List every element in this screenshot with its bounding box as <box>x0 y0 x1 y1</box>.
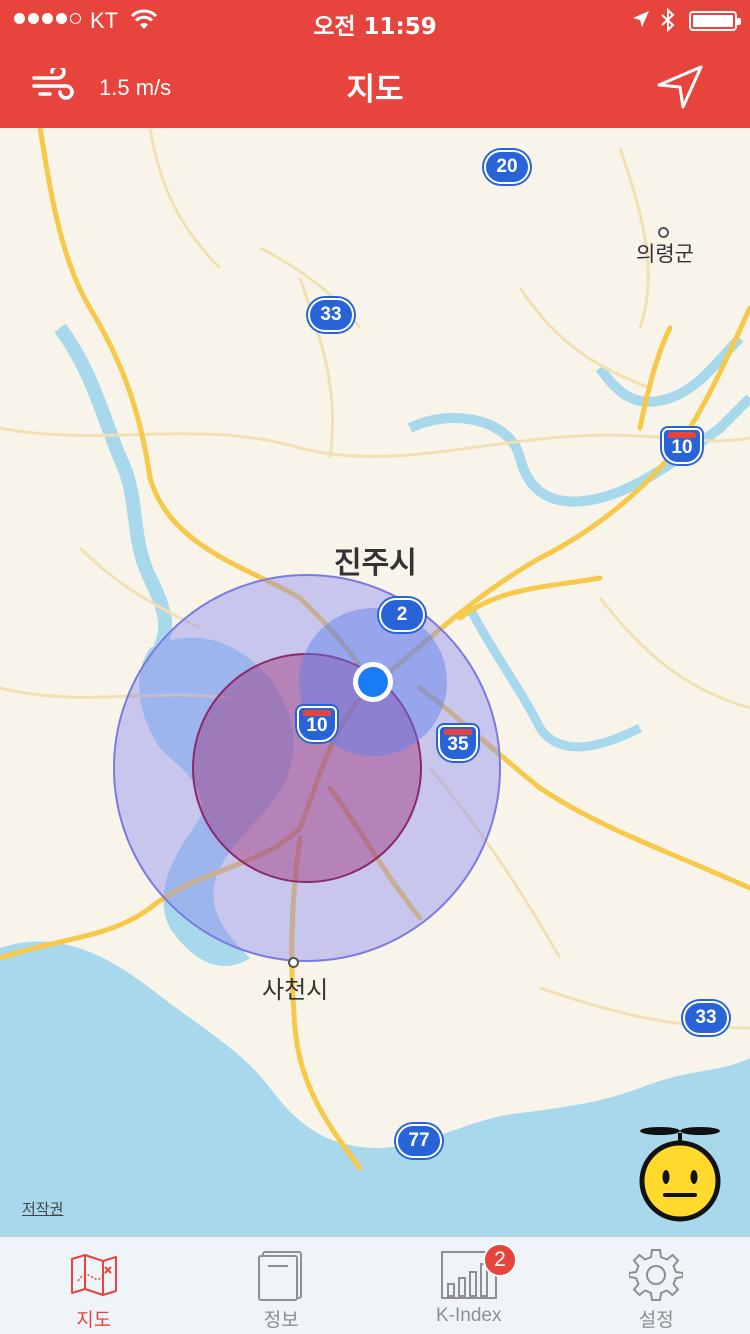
info-book-icon <box>258 1251 303 1301</box>
route-shield-35: 35 <box>438 725 478 761</box>
map-view[interactable]: 진주시 사천시 의령군 20 33 10 2 10 35 33 77 저작권 <box>0 128 750 1236</box>
bluetooth-icon <box>661 8 675 32</box>
tab-k-index[interactable]: 2 K-Index <box>375 1237 563 1334</box>
place-label-jinju: 진주시 <box>334 546 417 581</box>
route-shield-33-bottom: 33 <box>683 1001 729 1035</box>
place-dot-sacheon <box>288 957 299 968</box>
header: KT 오전 11:59 1.5 m/s 지도 <box>0 0 750 128</box>
tab-label: 지도 <box>76 1310 112 1331</box>
route-shield-20: 20 <box>484 150 530 184</box>
tab-info[interactable]: 정보 <box>188 1237 376 1334</box>
route-shield-77: 77 <box>396 1124 442 1158</box>
page-title: 지도 <box>346 72 404 108</box>
tab-map[interactable]: 지도 <box>0 1237 188 1334</box>
copyright-link[interactable]: 저작권 <box>22 1198 63 1219</box>
tab-bar: 지도 정보 2 K-Index 설정 <box>0 1236 750 1334</box>
route-shield-33: 33 <box>308 298 354 332</box>
mascot-face-icon[interactable] <box>632 1123 728 1223</box>
tab-label: K-Index <box>436 1305 502 1326</box>
map-canvas <box>0 128 750 1236</box>
route-shield-10-center: 10 <box>297 706 337 742</box>
place-label-uiryeong: 의령군 <box>636 242 694 266</box>
map-icon <box>70 1254 117 1296</box>
place-label-sacheon: 사천시 <box>262 976 329 1004</box>
route-shield-2: 2 <box>379 598 425 632</box>
notification-badge: 2 <box>483 1243 517 1277</box>
location-services-icon <box>633 11 649 27</box>
tab-label: 설정 <box>638 1310 674 1331</box>
gear-icon <box>629 1249 684 1301</box>
location-arrow-icon[interactable] <box>656 64 704 110</box>
navigation-bar: 1.5 m/s 지도 <box>0 40 750 128</box>
place-dot-uiryeong <box>658 227 669 238</box>
route-shield-10: 10 <box>662 428 702 464</box>
tab-label: 정보 <box>263 1310 299 1331</box>
tab-settings[interactable]: 설정 <box>563 1237 750 1334</box>
status-bar: KT 오전 11:59 <box>0 0 750 40</box>
battery-icon <box>689 11 741 31</box>
